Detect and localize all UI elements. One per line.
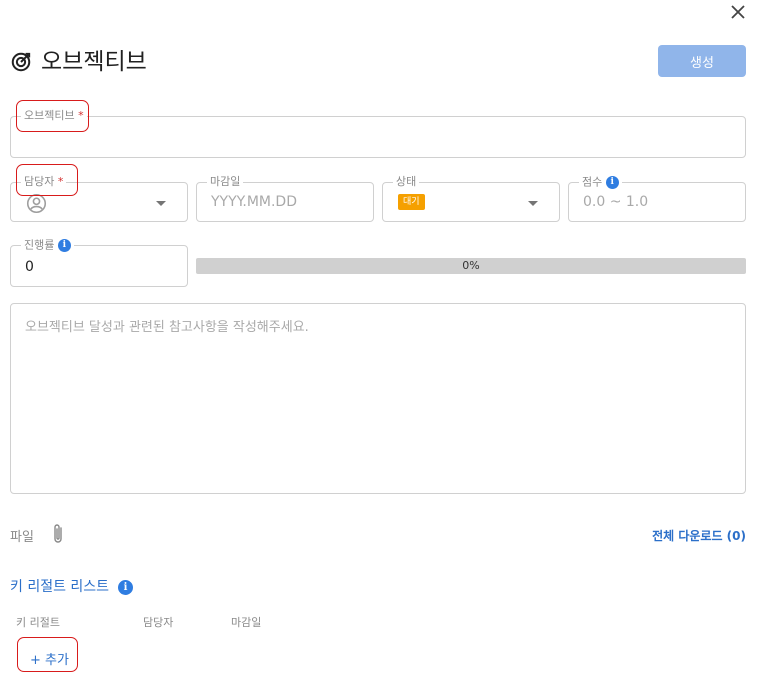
info-icon[interactable]: i: [117, 579, 133, 595]
required-highlight: [16, 164, 78, 196]
score-placeholder: 0.0 ~ 1.0: [583, 194, 649, 210]
status-label: 상태: [396, 175, 417, 188]
paperclip-icon[interactable]: [50, 522, 66, 546]
required-highlight: [17, 637, 78, 672]
note-textarea[interactable]: 오브젝티브 달성과 관련된 참고사항을 작성해주세요.: [10, 303, 746, 494]
objective-field[interactable]: 오브젝티브 *: [10, 110, 746, 158]
due-date-placeholder: YYYY.MM.DD: [211, 194, 297, 210]
chevron-down-icon: [156, 201, 166, 206]
close-icon[interactable]: [726, 0, 750, 24]
file-label: 파일: [10, 530, 34, 545]
page-title: 오브젝티브: [41, 49, 147, 75]
score-label: 점수 i: [579, 176, 622, 189]
column-header-key-result: 키 리절트: [16, 616, 60, 629]
column-header-assignee: 담당자: [143, 616, 174, 629]
required-highlight: [16, 100, 89, 132]
target-icon: [11, 52, 31, 72]
progress-percent: 0%: [462, 259, 480, 272]
chevron-down-icon: [528, 201, 538, 206]
progress-label: 진행률 i: [21, 239, 74, 252]
status-badge: 대기: [398, 194, 425, 210]
note-placeholder: 오브젝티브 달성과 관련된 참고사항을 작성해주세요.: [25, 320, 309, 335]
progress-field[interactable]: 진행률 i: [10, 239, 188, 287]
create-button[interactable]: 생성: [658, 45, 746, 77]
progress-value: 0: [25, 259, 34, 275]
column-header-due-date: 마감일: [231, 616, 262, 629]
info-icon[interactable]: i: [605, 176, 619, 189]
key-results-title: 키 리절트 리스트 i: [10, 576, 133, 596]
due-date-label: 마감일: [210, 175, 241, 188]
user-circle-icon: [26, 193, 47, 214]
progress-bar: 0%: [196, 258, 746, 274]
info-icon[interactable]: i: [57, 239, 71, 252]
download-all-link[interactable]: 전체 다운로드 (0): [652, 527, 746, 544]
